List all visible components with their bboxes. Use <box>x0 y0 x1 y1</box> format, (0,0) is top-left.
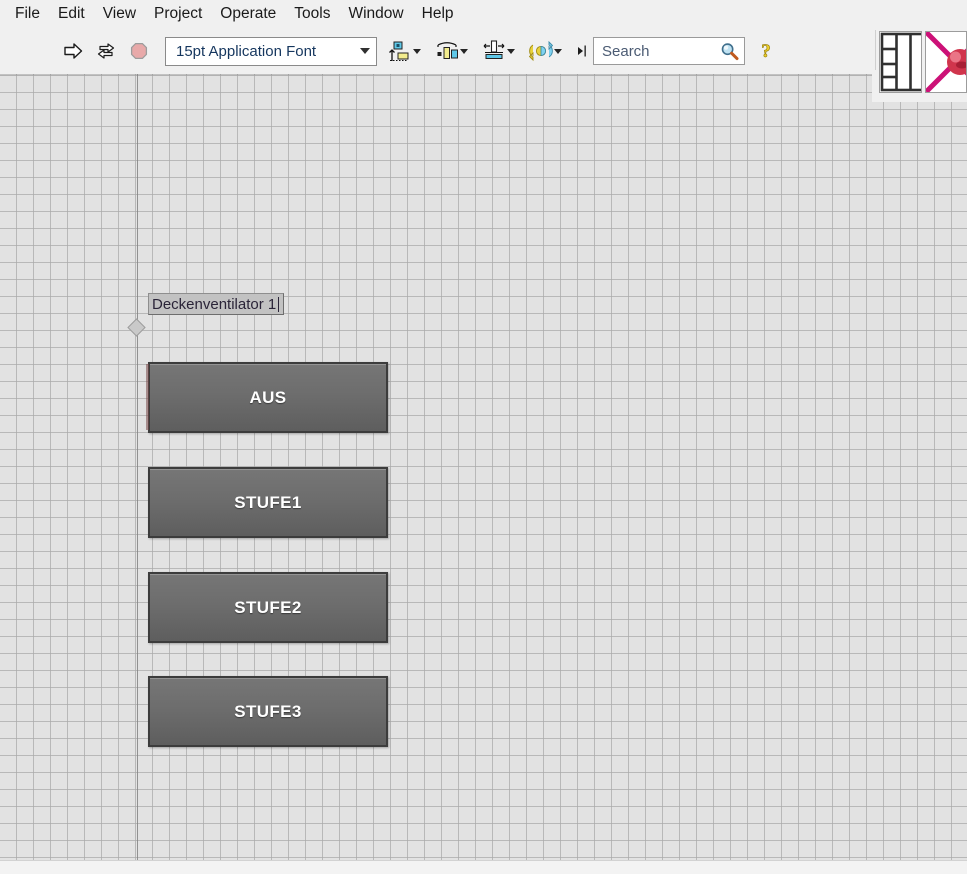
major-gridline <box>137 74 138 860</box>
chevron-down-icon <box>460 48 468 54</box>
menu-file[interactable]: File <box>6 3 49 26</box>
svg-text:?: ? <box>761 41 771 62</box>
button-selection-mark <box>146 364 149 430</box>
canvas-top-shadow <box>0 74 967 76</box>
control-label-text: Deckenventilator 1 <box>152 295 277 313</box>
distribute-objects-button[interactable] <box>432 36 471 66</box>
search-magnifier-icon[interactable] <box>719 41 740 62</box>
distribute-objects-icon <box>437 42 458 59</box>
abort-execution-icon <box>130 42 148 60</box>
reorder-objects-icon <box>529 40 553 62</box>
search-input[interactable]: Search <box>593 37 745 65</box>
menu-tools[interactable]: Tools <box>285 3 339 26</box>
menu-window[interactable]: Window <box>339 3 412 26</box>
button-stufe2-label: STUFE2 <box>234 598 302 617</box>
control-label-editbox[interactable]: Deckenventilator 1 <box>148 293 285 315</box>
chevron-down-icon <box>413 48 421 54</box>
button-stufe3[interactable]: STUFE3 <box>148 676 388 747</box>
toolbar-divider <box>872 30 877 70</box>
button-aus[interactable]: AUS <box>148 362 388 433</box>
button-stufe1[interactable]: STUFE1 <box>148 467 388 538</box>
connector-pane-icon[interactable] <box>925 31 967 93</box>
button-stufe1-label: STUFE1 <box>234 493 302 512</box>
text-caret <box>278 296 280 312</box>
front-panel-icon[interactable] <box>879 31 922 93</box>
menu-project[interactable]: Project <box>145 3 211 26</box>
run-arrow-icon <box>64 43 83 59</box>
font-selector-value: 15pt Application Font <box>176 42 317 60</box>
selection-handle[interactable] <box>127 318 146 337</box>
menu-operate[interactable]: Operate <box>211 3 285 26</box>
search-placeholder: Search <box>602 42 650 60</box>
toolbar: 15pt Application Font Search ? <box>0 28 967 102</box>
chevron-down-icon <box>507 48 515 54</box>
chevron-down-icon <box>360 48 370 54</box>
run-button[interactable] <box>58 36 88 66</box>
abort-execution-button[interactable] <box>124 36 154 66</box>
menu-view[interactable]: View <box>94 3 145 26</box>
labview-front-panel-window: File Edit View Project Operate Tools Win… <box>0 0 967 874</box>
resize-objects-icon <box>483 40 505 59</box>
front-panel-grid-icon <box>881 32 922 92</box>
context-help-button[interactable]: ? <box>751 36 781 66</box>
expand-search-button[interactable] <box>575 41 589 61</box>
menu-help[interactable]: Help <box>413 3 463 26</box>
chevron-down-icon <box>554 48 562 54</box>
resize-objects-button[interactable] <box>479 36 518 66</box>
expand-search-icon <box>578 45 586 57</box>
front-panel-canvas[interactable]: Deckenventilator 1 AUS STUFE1 STUFE2 STU… <box>0 74 967 860</box>
run-continuously-icon <box>97 43 115 59</box>
font-selector[interactable]: 15pt Application Font <box>165 36 377 66</box>
context-help-icon: ? <box>761 41 771 62</box>
panel-thumbnails <box>872 28 967 102</box>
align-objects-button[interactable] <box>385 36 424 66</box>
run-continuously-button[interactable] <box>91 36 121 66</box>
menu-bar: File Edit View Project Operate Tools Win… <box>0 0 967 28</box>
horizontal-scrollbar[interactable] <box>0 860 967 874</box>
menu-edit[interactable]: Edit <box>49 3 94 26</box>
button-stufe3-label: STUFE3 <box>234 702 302 721</box>
button-aus-label: AUS <box>249 388 287 407</box>
button-stufe2[interactable]: STUFE2 <box>148 572 388 643</box>
align-objects-icon <box>389 41 409 61</box>
reorder-objects-button[interactable] <box>526 36 565 66</box>
connector-pane-x-icon <box>926 32 966 92</box>
